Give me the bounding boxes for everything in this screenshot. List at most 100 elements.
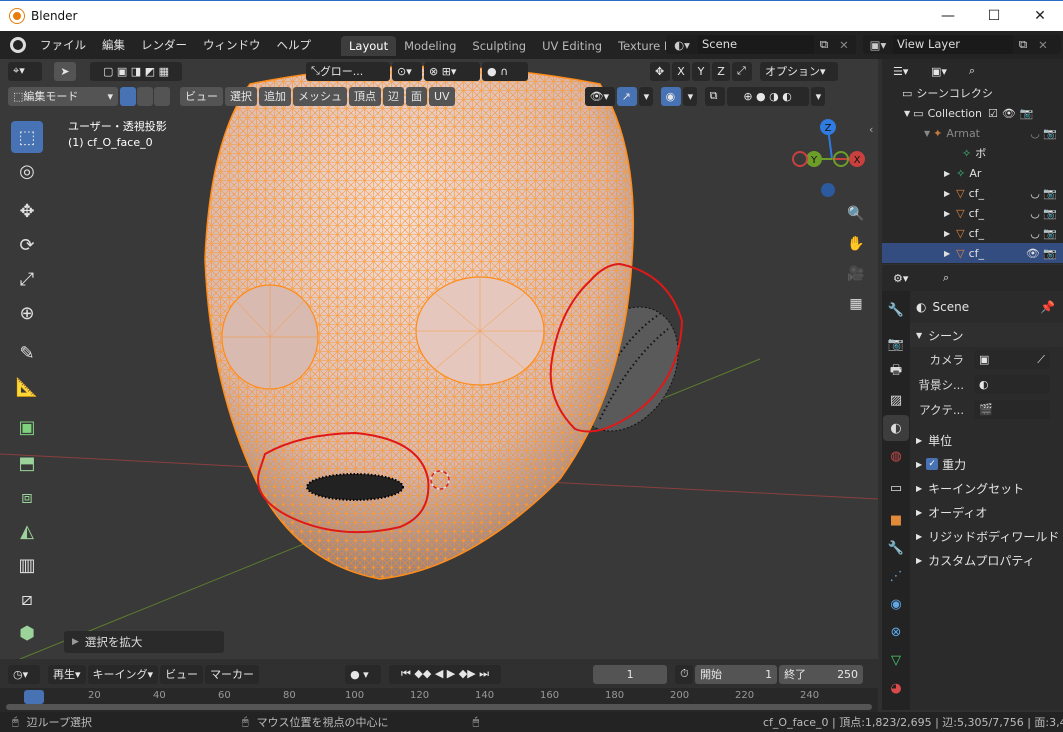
hidden-eye-icon[interactable]: ◡ 📷 xyxy=(1030,207,1057,220)
sidebar-toggle-icon[interactable]: ‹ xyxy=(869,123,873,136)
object-tab-icon[interactable]: ■ xyxy=(883,507,909,533)
outliner-row-collection[interactable]: ▼ ▭ Collection ☑ 👁 📷 xyxy=(882,103,1063,123)
background-scene-field[interactable]: ◐ xyxy=(974,375,1050,394)
remove-scene-icon[interactable]: ✕ xyxy=(834,38,854,52)
cursor-tool-icon[interactable]: ◎ xyxy=(11,155,43,187)
panel-custom-properties[interactable]: ▶ カスタムプロパティ xyxy=(910,548,1063,572)
gizmo-dropdown[interactable]: ▾ xyxy=(638,86,653,106)
vertex-select-button[interactable] xyxy=(120,86,136,106)
remove-view-layer-icon[interactable]: ✕ xyxy=(1033,38,1053,52)
expand-arrow-icon[interactable]: ▶ xyxy=(944,209,950,218)
world-tab-icon[interactable]: ◍ xyxy=(883,443,909,469)
active-clip-field[interactable]: 🎬 xyxy=(974,400,1050,419)
gravity-checkbox[interactable]: ✓ xyxy=(926,458,939,470)
outliner-search-input[interactable]: ⌕ xyxy=(964,61,1056,81)
panel-scene[interactable]: ▼ シーン xyxy=(910,323,1063,347)
mirror-y-toggle[interactable]: Y xyxy=(692,61,710,81)
data-tab-icon[interactable]: ▽ xyxy=(883,647,909,673)
material-tab-icon[interactable]: ◕ xyxy=(883,675,909,701)
menu-select[interactable]: 選択 xyxy=(225,86,257,106)
move-tool-icon[interactable]: ✥ xyxy=(11,195,43,227)
measure-tool-icon[interactable]: 📐 xyxy=(11,371,43,403)
close-button[interactable]: ✕ xyxy=(1017,1,1063,31)
view-layer-selector[interactable]: ▣▾ View Layer ⧉ ✕ xyxy=(863,35,1061,54)
add-cube-tool-icon[interactable]: ▣ xyxy=(11,411,43,443)
shading-mode-buttons[interactable]: ⊕ ● ◑ ◐ xyxy=(726,86,809,106)
outliner-row-mesh-active[interactable]: ▶ ▽ cf_ 👁 📷 xyxy=(882,243,1063,263)
outliner-row-scene-collection[interactable]: ▭ シーンコレクシ xyxy=(882,83,1063,103)
camera-icon[interactable]: 📷 xyxy=(1020,107,1034,120)
overlay-toggle[interactable]: ◉ xyxy=(660,86,681,106)
poly-build-tool-icon[interactable]: ⬢ xyxy=(11,617,43,649)
tab-uv-editing[interactable]: UV Editing xyxy=(534,36,610,56)
3d-viewport[interactable]: ⌖▾ ➤ ▢ ▣ ◨ ◩ ▦ ⤡ グロー... ⊙▾ ⊗ ⊞▾ ● ∩ ✥ X … xyxy=(0,59,878,659)
outliner-row-bone[interactable]: ✧ ボ xyxy=(882,143,1063,163)
tool-tab-icon[interactable]: 🔧 xyxy=(883,297,909,323)
pin-icon[interactable]: 📌 xyxy=(1040,300,1055,314)
particles-tab-icon[interactable]: ⋰ xyxy=(883,563,909,589)
preview-range-icon[interactable]: ⏱ xyxy=(675,664,694,684)
timeline-editor[interactable]: ◷▾ 再生 ▾ キーイング ▾ ビュー マーカー ● ▾ ⏮ ◆◆ ◀ ▶ ◆▶… xyxy=(0,660,878,712)
hidden-eye-icon[interactable]: ◡ 📷 xyxy=(1030,127,1057,140)
loop-cut-tool-icon[interactable]: ▥ xyxy=(11,549,43,581)
last-operator-panel[interactable]: ▶ 選択を拡大 xyxy=(64,631,224,653)
overlay-dropdown[interactable]: ▾ xyxy=(682,86,697,106)
properties-editor[interactable]: ⚙▾ ⌕ 🔧 📷 🖶 ▨ ◐ ◍ ▭ ■ 🔧 ⋰ ◉ ⊗ ▽ ◕ ◐ Scene … xyxy=(882,265,1063,710)
pan-hand-icon[interactable]: ✋ xyxy=(843,231,869,257)
blender-logo-icon[interactable] xyxy=(10,37,26,53)
ortho-grid-icon[interactable]: ▦ xyxy=(843,291,869,317)
timeline-ruler[interactable]: 20 40 60 80 100 120 140 160 180 200 220 … xyxy=(0,690,878,704)
timeline-view-menu[interactable]: ビュー xyxy=(160,664,204,684)
menu-render[interactable]: レンダー xyxy=(133,37,195,53)
mode-dropdown[interactable]: ⬚ 編集モード ▾ xyxy=(8,86,118,106)
gizmo-toggle[interactable]: ↗ xyxy=(616,86,637,106)
display-mode-dropdown[interactable]: ▣▾ xyxy=(926,61,956,81)
marker-menu[interactable]: マーカー xyxy=(205,664,260,684)
playhead[interactable] xyxy=(24,690,44,704)
scale-tool-icon[interactable]: ⤢ xyxy=(11,263,43,295)
physics-tab-icon[interactable]: ◉ xyxy=(883,591,909,617)
scene-tab-icon[interactable]: ◐ xyxy=(883,415,909,441)
view-layer-name[interactable]: View Layer xyxy=(893,35,1013,54)
menu-view[interactable]: ビュー xyxy=(180,86,223,106)
current-frame-field[interactable]: 1 xyxy=(593,664,668,684)
outliner[interactable]: ☰▾ ▣▾ ⌕ ▭ シーンコレクシ ▼ ▭ Collection ☑ 👁 📷 ▼ ✦ Arma… xyxy=(882,59,1063,264)
shading-dropdown[interactable]: ▾ xyxy=(810,86,825,106)
panel-units[interactable]: ▶ 単位 xyxy=(910,428,1063,452)
checkbox-icon[interactable]: ☑ xyxy=(988,107,998,120)
copy-view-layer-icon[interactable]: ⧉ xyxy=(1013,37,1033,52)
menu-mesh[interactable]: メッシュ xyxy=(293,86,347,106)
playback-dropdown[interactable]: 再生 ▾ xyxy=(48,664,86,684)
copy-scene-icon[interactable]: ⧉ xyxy=(814,37,834,52)
annotate-tool-icon[interactable]: ✎ xyxy=(11,337,43,369)
tool-settings-dropdown[interactable]: ⌖▾ xyxy=(8,61,42,81)
tab-modeling[interactable]: Modeling xyxy=(396,36,464,56)
mirror-icon[interactable]: ✥ xyxy=(650,61,670,81)
outliner-row-mesh-3[interactable]: ▶ ▽ cf_ ◡ 📷 xyxy=(882,223,1063,243)
select-mode-buttons[interactable]: ▢ ▣ ◨ ◩ ▦ xyxy=(90,61,182,81)
scene-name[interactable]: Scene xyxy=(698,35,814,54)
start-frame-field[interactable]: 開始 1 xyxy=(695,664,778,684)
menu-file[interactable]: ファイル xyxy=(32,37,94,53)
panel-gravity[interactable]: ▶ ✓ 重力 xyxy=(910,452,1063,476)
outliner-row-armature-data[interactable]: ▶ ✧ Ar xyxy=(882,163,1063,183)
mirror-x-toggle[interactable]: X xyxy=(672,61,690,81)
properties-search-input[interactable]: ⌕ xyxy=(938,268,1056,288)
menu-edge[interactable]: 辺 xyxy=(383,86,404,106)
eye-icon[interactable]: 👁 xyxy=(1002,107,1016,120)
hidden-eye-icon[interactable]: ◡ 📷 xyxy=(1030,227,1057,240)
menu-window[interactable]: ウィンドウ xyxy=(195,37,269,53)
xray-toggle[interactable]: ⧉ xyxy=(704,86,725,106)
outliner-row-armature[interactable]: ▼ ✦ Armat ◡ 📷 xyxy=(882,123,1063,143)
transform-orientation-dropdown[interactable]: ⤡ グロー... xyxy=(306,61,390,81)
output-tab-icon[interactable]: 🖶 xyxy=(883,359,909,385)
editor-type-dropdown[interactable]: ◷▾ xyxy=(8,664,40,684)
expand-arrow-icon[interactable]: ▶ xyxy=(944,189,950,198)
expand-arrow-icon[interactable]: ▶ xyxy=(944,249,950,258)
bevel-tool-icon[interactable]: ◭ xyxy=(11,515,43,547)
zoom-icon[interactable]: 🔍 xyxy=(843,201,869,227)
properties-editor-dropdown[interactable]: ⚙▾ xyxy=(888,268,918,288)
panel-audio[interactable]: ▶ オーディオ xyxy=(910,500,1063,524)
select-tool-icon[interactable]: ➤ xyxy=(54,61,76,81)
maximize-button[interactable]: ☐ xyxy=(971,1,1017,31)
